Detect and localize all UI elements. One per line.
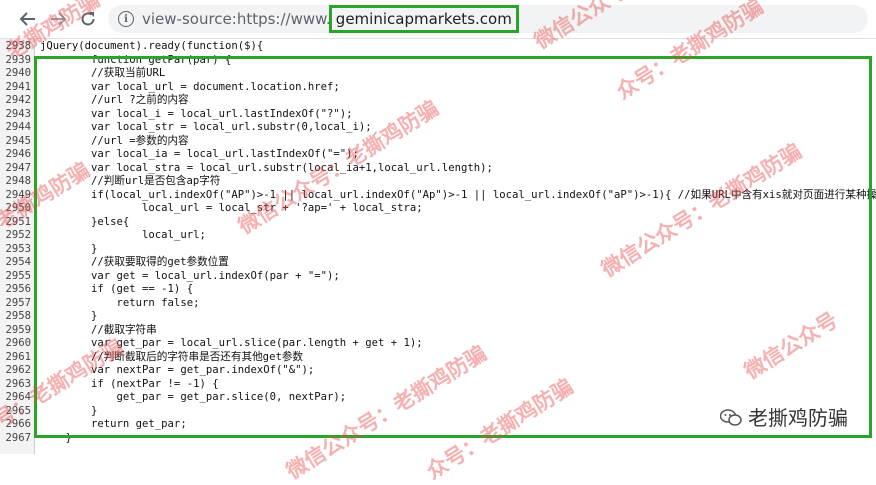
line-number: 2954 [5, 256, 31, 268]
code-text: //判断url是否包含ap字符 [40, 175, 221, 187]
code-text: //url ?之前的内容 [40, 94, 189, 106]
forward-button[interactable] [46, 7, 70, 31]
code-text: if (get == -1) { [40, 283, 194, 295]
code-text: var local_i = local_url.lastIndexOf("?")… [40, 107, 353, 120]
line-number: 2952 [5, 229, 31, 241]
code-text: //截取字符串 [40, 323, 157, 336]
code-text: jQuery(document).ready(function($){ [40, 40, 264, 52]
line-number: 2953 [5, 242, 31, 255]
code-text: var get_par = local_url.slice(par.length… [40, 337, 423, 349]
code-text: function getPar(par) { [40, 53, 232, 66]
line-number: 2958 [5, 310, 31, 322]
code-text: return get_par; [40, 418, 187, 430]
line-number: 2945 [5, 134, 31, 147]
code-text: var local_ia = local_url.lastIndexOf("="… [40, 148, 359, 160]
code-text: var local_str = local_url.substr(0,local… [40, 121, 372, 133]
url-text[interactable]: view-source:https://www. geminicapmarkets… [142, 5, 519, 33]
badge-label: 老撕鸡防骗 [748, 406, 848, 430]
browser-toolbar: i view-source:https://www. geminicapmarke… [0, 0, 876, 39]
line-number: 2941 [5, 80, 31, 93]
code-text: return false; [40, 296, 200, 309]
line-number: 2951 [5, 215, 31, 228]
line-number: 2942 [5, 94, 31, 106]
line-number: 2959 [5, 323, 31, 336]
line-number: 2967 [5, 431, 31, 444]
code-text: var nextPar = get_par.indexOf("&"); [40, 364, 315, 376]
info-icon[interactable]: i [118, 11, 134, 27]
line-number: 2944 [5, 121, 31, 133]
line-number: 2940 [5, 67, 31, 79]
code-text: if (nextPar != -1) { [40, 377, 219, 390]
line-number: 2947 [5, 161, 31, 174]
code-text: local_url; [40, 229, 206, 241]
source-viewer: 2938 jQuery(document).ready(function($){ 2… [0, 39, 876, 454]
line-number: 2948 [5, 175, 31, 187]
line-number: 2946 [5, 148, 31, 160]
line-number: 2956 [5, 283, 31, 295]
address-bar[interactable]: i view-source:https://www. geminicapmarke… [108, 5, 868, 33]
code-text: //判断截取后的字符串是否还有其他get参数 [40, 350, 304, 363]
reload-button[interactable] [76, 7, 100, 31]
line-number: 2963 [5, 377, 31, 390]
arrow-left-icon [19, 12, 35, 26]
line-number: 2966 [5, 418, 31, 430]
line-number: 2950 [5, 202, 31, 214]
code-text: //url =参数的内容 [40, 134, 189, 147]
line-number: 2961 [5, 350, 31, 363]
line-number: 2955 [5, 269, 31, 282]
line-number: 2957 [5, 296, 31, 309]
url-domain: geminicapmarkets.com [328, 5, 519, 33]
code-text: }else{ [40, 215, 130, 228]
code-text: } [40, 242, 98, 255]
code-text: var local_url = document.location.href; [40, 80, 340, 93]
line-number: 2964 [5, 391, 31, 403]
line-number: 2938 [5, 40, 31, 52]
code-text: local_url = local_str + '?ap=' + local_s… [40, 202, 423, 214]
code-text: } [40, 404, 98, 417]
arrow-right-icon [51, 12, 67, 26]
code-text: } [40, 431, 72, 444]
line-number: 2962 [5, 364, 31, 376]
back-button[interactable] [16, 7, 40, 31]
code-text: var get = local_url.indexOf(par + "="); [40, 269, 340, 282]
reload-icon [81, 12, 95, 26]
code-text: //获取当前URL [40, 67, 166, 79]
line-number: 2943 [5, 107, 31, 120]
account-badge: 老撕鸡防骗 [716, 400, 852, 433]
line-number: 2965 [5, 404, 31, 417]
line-number: 2960 [5, 337, 31, 349]
wechat-icon [719, 408, 742, 426]
code-text: if(local_url.indexOf("AP")>-1 || local_u… [40, 188, 876, 201]
line-number: 2949 [5, 188, 31, 201]
code-text: var local_stra = local_url.substr(local_… [40, 161, 493, 174]
code-text: } [40, 310, 98, 322]
code-text: get_par = get_par.slice(0, nextPar); [40, 391, 347, 403]
url-prefix: view-source:https://www. [142, 10, 331, 28]
code-text: //获取要取得的get参数位置 [40, 256, 229, 268]
line-number: 2939 [5, 53, 31, 66]
